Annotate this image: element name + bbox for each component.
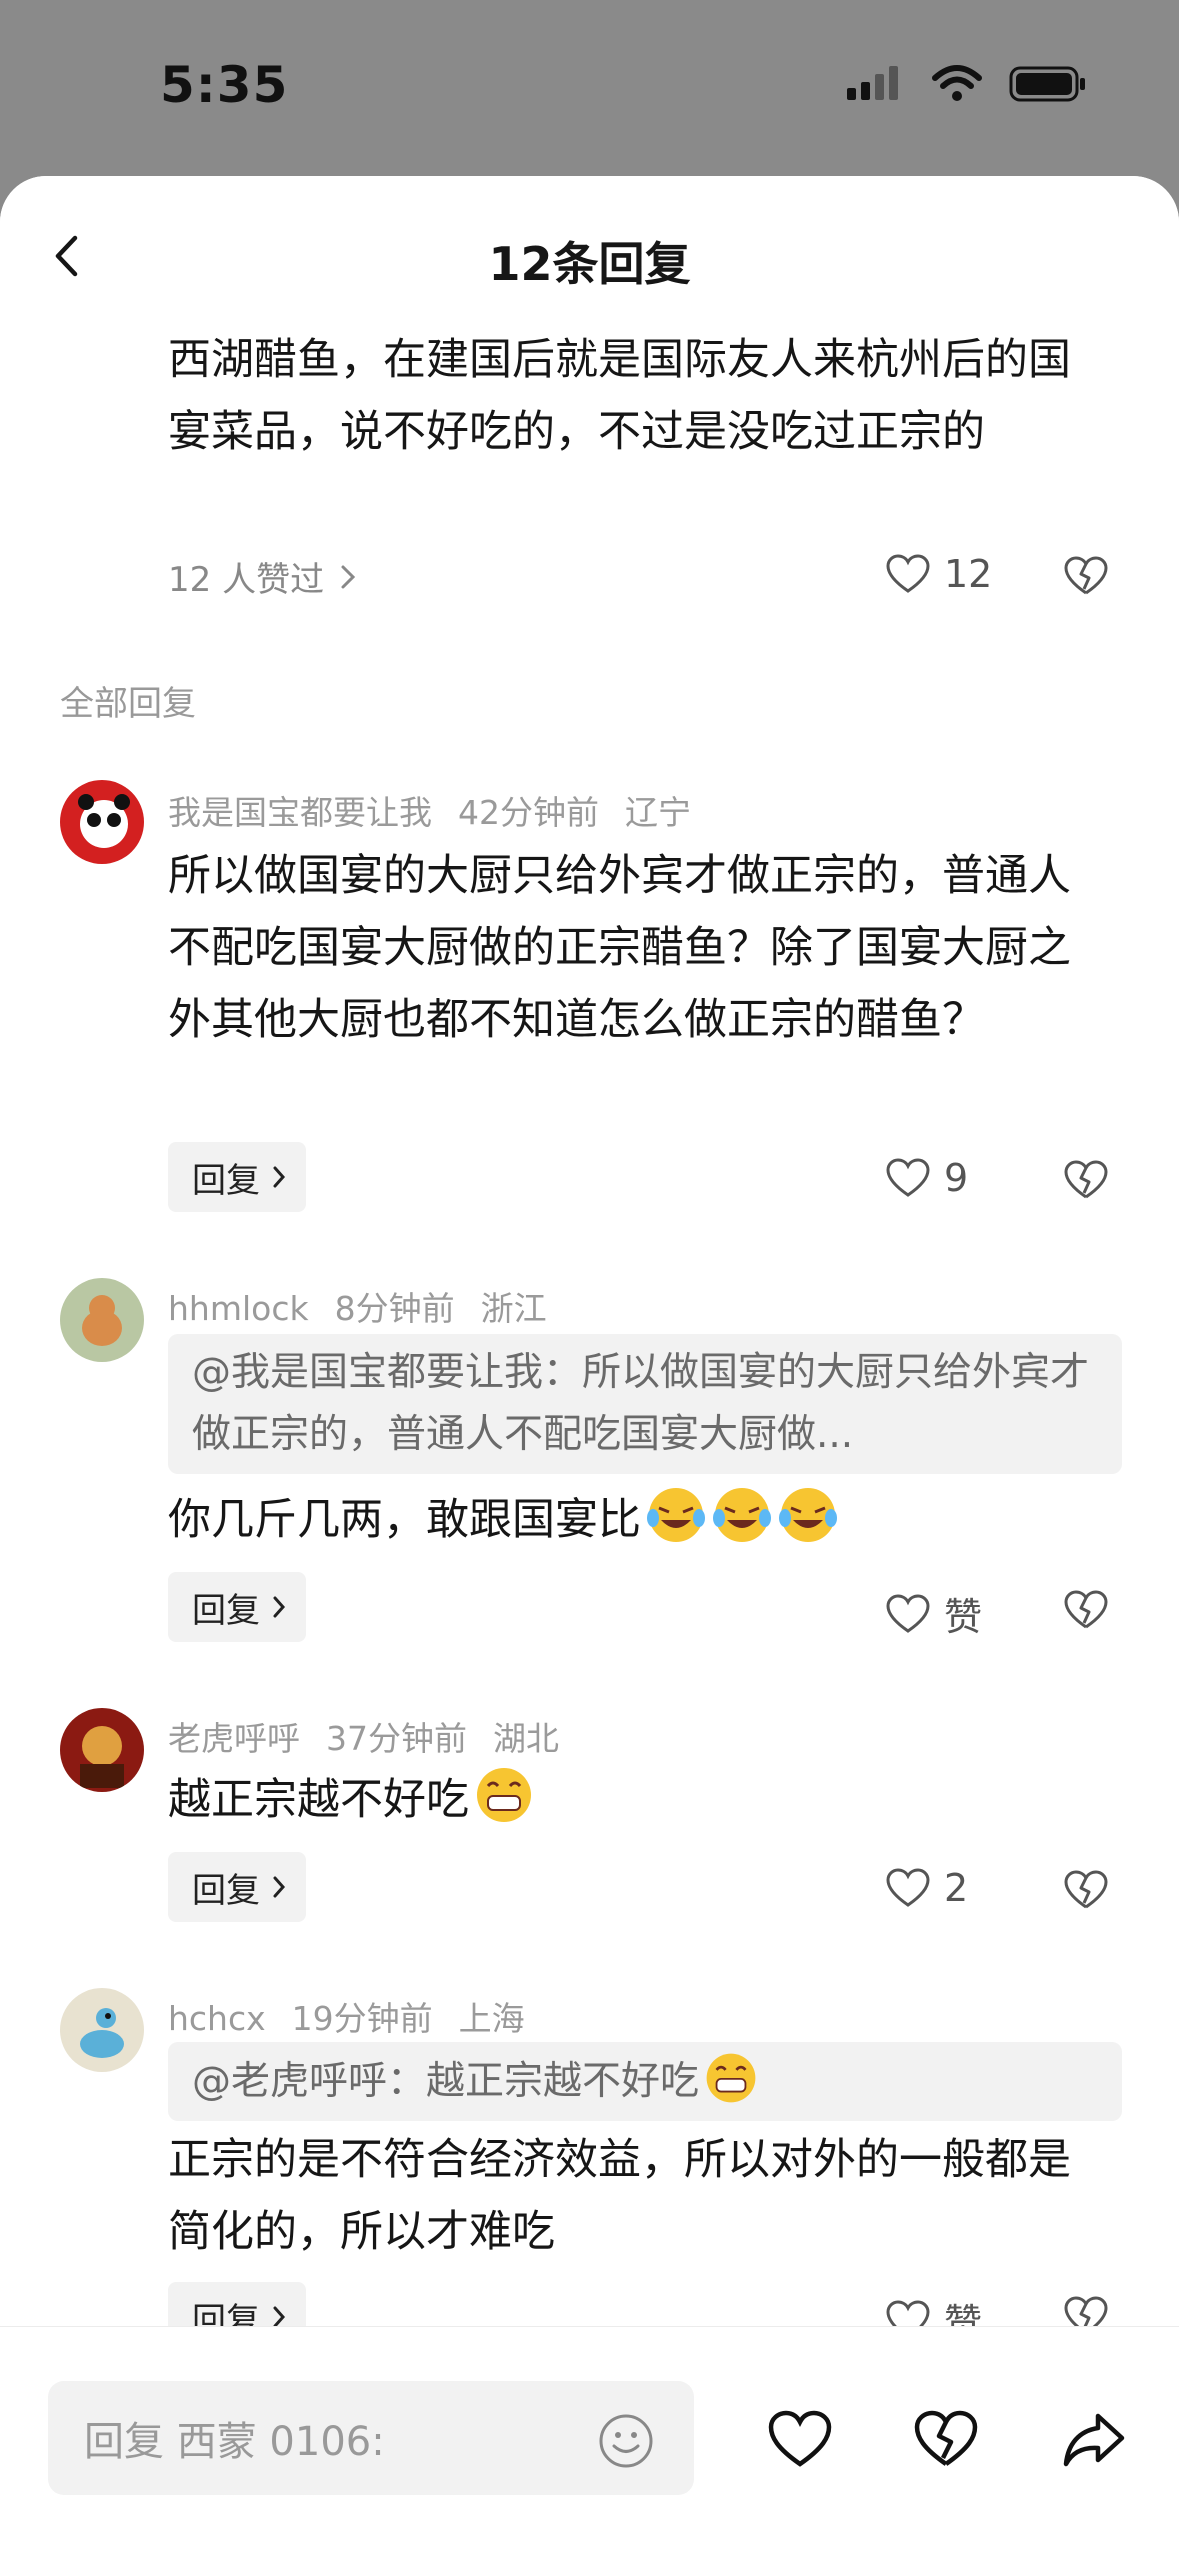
username[interactable]: hhmlock — [168, 1289, 309, 1328]
dislike-icon[interactable] — [1064, 1868, 1108, 1912]
chevron-right-icon — [273, 2306, 286, 2326]
battery-icon — [1009, 66, 1085, 102]
heart-icon — [886, 1158, 930, 1197]
reply-location: 浙江 — [480, 1289, 547, 1328]
username[interactable]: 老虎呼呼 — [168, 1719, 300, 1758]
share-icon[interactable] — [1062, 2407, 1126, 2471]
grinning-emoji-icon — [706, 2053, 756, 2103]
chevron-right-icon — [273, 1166, 286, 1188]
reply-button-label: 回复 — [192, 1160, 260, 1201]
sheet-header: 12条回复 — [0, 176, 1179, 296]
chevron-right-icon — [341, 565, 356, 588]
reply-location: 辽宁 — [625, 793, 691, 832]
crying-laughing-emoji-icon — [779, 1488, 837, 1542]
chevron-right-icon — [273, 1596, 286, 1618]
avatar[interactable] — [60, 1988, 144, 2072]
reply-button-label: 回复 — [192, 1590, 260, 1631]
dislike-icon[interactable] — [1064, 2294, 1108, 2326]
reply-button-label: 回复 — [192, 2300, 260, 2327]
status-icons — [845, 64, 1087, 104]
dislike-icon[interactable] — [1064, 1588, 1108, 1632]
section-label: 全部回复 — [60, 684, 196, 724]
quoted-reply: @我是国宝都要让我：所以做国宴的大厨只给外宾才做正宗的，普通人不配吃国宴大厨做.… — [168, 1334, 1122, 1474]
reply-time: 37分钟前 — [326, 1719, 467, 1758]
crying-laughing-emoji-icon — [647, 1488, 705, 1542]
like-button[interactable]: 赞 — [886, 2292, 982, 2326]
chevron-right-icon — [273, 1876, 286, 1898]
heart-icon — [886, 1593, 930, 1633]
heart-icon — [886, 1868, 930, 1907]
reply-time: 19分钟前 — [291, 1999, 433, 2038]
like-heart-icon[interactable] — [768, 2407, 832, 2471]
page-title: 12条回复 — [488, 237, 691, 291]
signal-icon — [847, 66, 898, 100]
reply-button-label: 回复 — [192, 1870, 260, 1911]
liked-by-link[interactable]: 12 人赞过 — [168, 552, 356, 601]
reply-text: 正宗的是不符合经济效益，所以对外的一般都是简化的，所以才难吃 — [168, 2135, 1071, 2257]
quoted-reply-text: @老虎呼呼：越正宗越不好吃 — [192, 2059, 700, 2104]
reply-time: 8分钟前 — [334, 1289, 455, 1328]
reply-button[interactable]: 回复 — [168, 1852, 306, 1922]
reply-text: 你几斤几两，敢跟国宴比 — [168, 1484, 1088, 1556]
wifi-icon — [932, 65, 982, 101]
main-comment-text: 西湖醋鱼，在建国后就是国际友人来杭州后的国宴菜品，说不好吃的，不过是没吃过正宗的 — [168, 335, 1071, 457]
reply-input[interactable]: 回复 西蒙 0106: — [48, 2381, 694, 2495]
reply-button[interactable]: 回复 — [168, 2282, 306, 2326]
dislike-icon[interactable] — [1064, 1158, 1108, 1202]
reply-text-content: 越正宗越不好吃 — [168, 1775, 469, 1825]
avatar[interactable] — [60, 780, 144, 864]
avatar[interactable] — [60, 1708, 144, 1792]
like-count: 赞 — [944, 2301, 983, 2326]
username[interactable]: 我是国宝都要让我 — [168, 793, 432, 832]
reply-input-placeholder: 回复 西蒙 0106: — [84, 2419, 385, 2465]
quoted-reply: @老虎呼呼：越正宗越不好吃 — [168, 2042, 1122, 2121]
like-count: 9 — [944, 1156, 969, 1200]
bottom-action-bar: 回复 西蒙 0106: — [0, 2326, 1179, 2556]
like-button[interactable]: 9 — [886, 1156, 968, 1200]
reply-meta: 我是国宝都要让我 42分钟前 辽宁 — [168, 786, 717, 834]
like-button[interactable]: 赞 — [886, 1586, 982, 1641]
reply-location: 湖北 — [493, 1719, 559, 1758]
reply-time: 42分钟前 — [458, 793, 599, 832]
avatar[interactable] — [60, 1278, 144, 1362]
comment-list[interactable]: 西湖醋鱼，在建国后就是国际友人来杭州后的国宴菜品，说不好吃的，不过是没吃过正宗的… — [0, 176, 1179, 2326]
status-bar: 5:35 — [0, 0, 1179, 175]
reply-meta: hhmlock 8分钟前 浙江 — [168, 1282, 573, 1330]
status-time: 5:35 — [160, 56, 289, 114]
liked-by-label: 12 人赞过 — [168, 560, 325, 600]
reply-text: 越正宗越不好吃 — [168, 1764, 1088, 1836]
dislike-icon[interactable] — [1064, 554, 1108, 598]
reply-meta: hchcx 19分钟前 上海 — [168, 1992, 551, 2040]
broken-heart-icon[interactable] — [914, 2407, 978, 2471]
like-count: 2 — [944, 1866, 969, 1910]
reply-text-content: 你几斤几两，敢跟国宴比 — [168, 1495, 641, 1545]
reply-location: 上海 — [458, 1999, 525, 2038]
like-count: 12 — [944, 552, 993, 596]
like-count: 赞 — [944, 1595, 983, 1639]
grinning-emoji-icon — [477, 1768, 531, 1822]
heart-icon — [886, 554, 930, 593]
like-button[interactable]: 12 — [886, 552, 992, 596]
reply-text: 所以做国宴的大厨只给外宾才做正宗的，普通人不配吃国宴大厨做的正宗醋鱼？除了国宴大… — [168, 851, 1071, 1045]
crying-laughing-emoji-icon — [713, 1488, 771, 1542]
comment-sheet: 西湖醋鱼，在建国后就是国际友人来杭州后的国宴菜品，说不好吃的，不过是没吃过正宗的… — [0, 176, 1179, 2556]
reply-button[interactable]: 回复 — [168, 1142, 306, 1212]
username[interactable]: hchcx — [168, 1999, 266, 2038]
like-button[interactable]: 2 — [886, 1866, 968, 1910]
heart-icon — [886, 2299, 930, 2326]
emoji-picker-icon[interactable] — [598, 2413, 654, 2469]
reply-meta: 老虎呼呼 37分钟前 湖北 — [168, 1712, 585, 1760]
reply-button[interactable]: 回复 — [168, 1572, 306, 1642]
